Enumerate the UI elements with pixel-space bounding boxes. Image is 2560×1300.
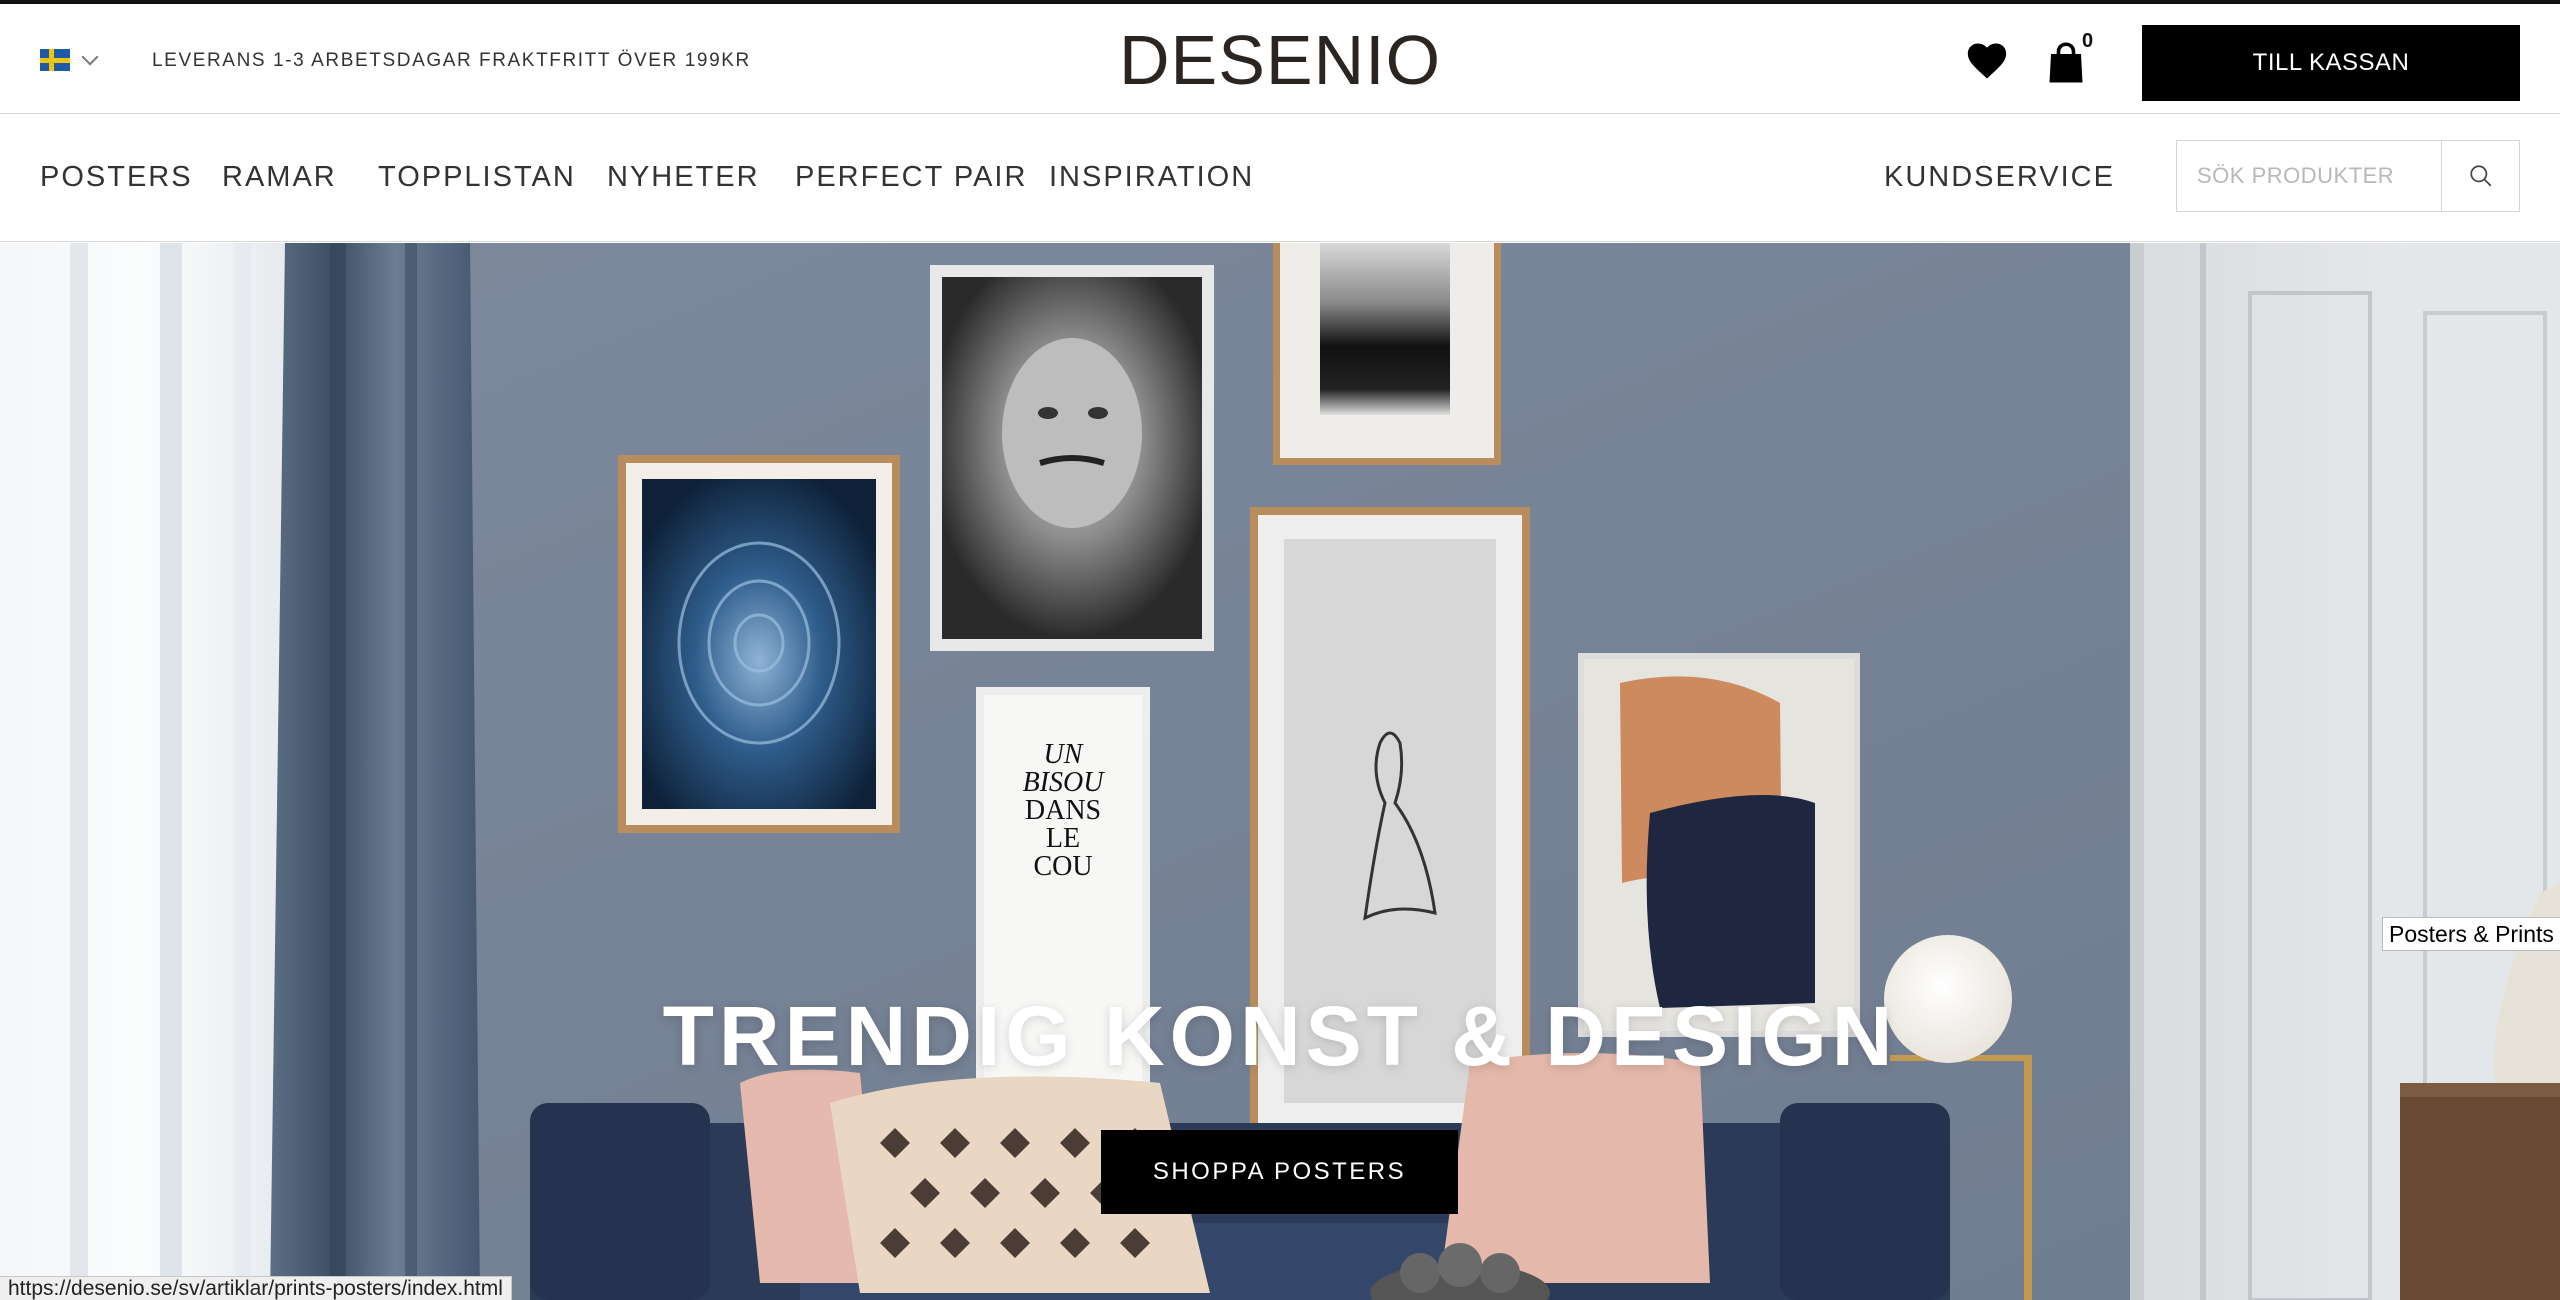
shopping-bag-icon[interactable] xyxy=(2048,42,2084,84)
hero-title: TRENDIG KONST & DESIGN xyxy=(662,989,1898,1083)
nav-item-posters[interactable]: POSTERS xyxy=(40,161,193,194)
nav-item-topplistan[interactable]: TOPPLISTAN xyxy=(378,161,576,194)
browser-status-url: https://desenio.se/sv/artiklar/prints-po… xyxy=(0,1276,512,1300)
usp-free-shipping: FRAKTFRITT ÖVER 199KR xyxy=(479,50,751,71)
poster-text-line: LE xyxy=(1046,823,1080,854)
nav-item-ramar[interactable]: RAMAR xyxy=(222,161,337,194)
shop-posters-button[interactable]: SHOPPA POSTERS xyxy=(1101,1130,1458,1214)
poster-text-line: BISOU xyxy=(1023,767,1106,798)
poster-text-line: DANS xyxy=(1025,795,1101,826)
chevron-down-icon xyxy=(81,48,99,66)
heart-icon[interactable] xyxy=(1967,42,2007,80)
main-navigation: POSTERS RAMAR TOPPLISTAN NYHETER PERFECT… xyxy=(0,114,2560,242)
top-bar: LEVERANS 1-3 ARBETSDAGAR FRAKTFRITT ÖVER… xyxy=(0,0,2560,114)
search-icon xyxy=(2469,165,2491,187)
poster-text-line: UN xyxy=(1044,739,1084,770)
sweden-flag-icon xyxy=(40,49,70,71)
site-logo[interactable]: DESENIO xyxy=(1100,22,1460,98)
usp-delivery: LEVERANS 1-3 ARBETSDAGAR xyxy=(152,50,473,71)
cart-count-badge: 0 xyxy=(2082,30,2094,52)
hero-banner: UN BISOU DANS LE COU TRENDIG KONST & DES… xyxy=(0,243,2560,1300)
search-button[interactable] xyxy=(2441,141,2519,211)
poster-text-line: COU xyxy=(1033,851,1092,882)
tooltip: Posters & Prints xyxy=(2382,917,2560,951)
nav-item-inspiration[interactable]: INSPIRATION xyxy=(1049,161,1254,194)
language-selector[interactable] xyxy=(40,48,99,72)
nav-item-nyheter[interactable]: NYHETER xyxy=(607,161,760,194)
checkout-button[interactable]: TILL KASSAN xyxy=(2142,25,2520,101)
nav-item-kundservice[interactable]: KUNDSERVICE xyxy=(1884,161,2115,194)
search-input[interactable] xyxy=(2177,141,2441,211)
search-box xyxy=(2176,140,2520,212)
nav-item-perfect-pair[interactable]: PERFECT PAIR xyxy=(795,161,1027,194)
